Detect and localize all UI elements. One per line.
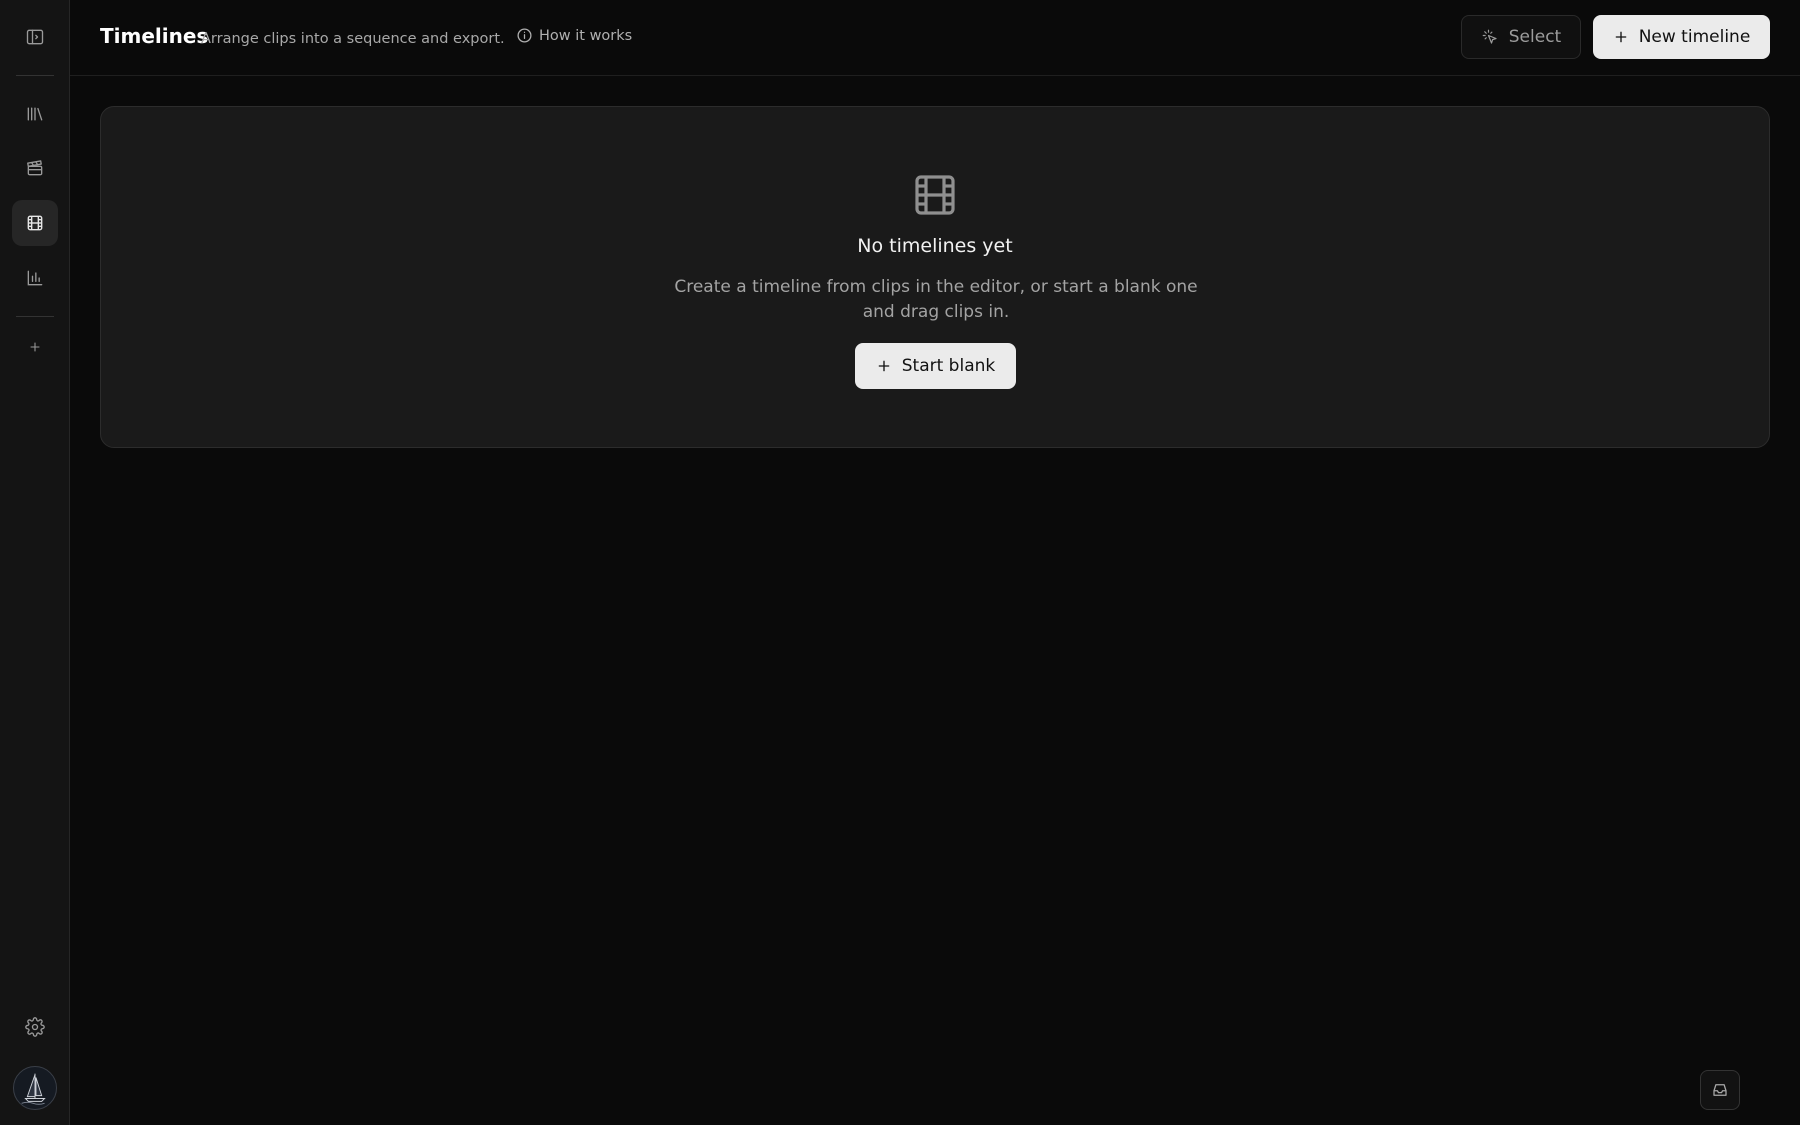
how-it-works-link[interactable]: How it works [516, 27, 632, 44]
library-icon [27, 107, 43, 121]
plus-icon [30, 342, 40, 352]
sidebar [0, 0, 70, 1125]
clapperboard-icon [27, 160, 43, 176]
start-blank-button[interactable]: Start blank [855, 343, 1016, 389]
avatar[interactable] [13, 1066, 57, 1110]
sidebar-toggle-button[interactable] [12, 14, 58, 60]
new-timeline-label: New timeline [1638, 27, 1751, 47]
plus-icon [1615, 31, 1627, 43]
page-header: Timelines Arrange clips into a sequence … [70, 0, 1800, 76]
page-title: Timelines [100, 24, 209, 48]
inbox-icon [1713, 1084, 1727, 1096]
sidebar-toggle-icon [26, 29, 44, 45]
cursor-click-icon [1482, 29, 1497, 44]
new-timeline-button[interactable]: New timeline [1593, 15, 1770, 59]
page-subtitle: Arrange clips into a sequence and export… [201, 31, 505, 47]
sidebar-divider [16, 75, 54, 76]
sidebar-item-analytics[interactable] [12, 255, 58, 301]
start-blank-label: Start blank [901, 356, 996, 376]
inbox-button[interactable] [1700, 1070, 1740, 1110]
empty-state-description: Create a timeline from clips in the edit… [674, 277, 1198, 322]
bar-chart-icon [27, 270, 43, 286]
sidebar-divider [16, 316, 54, 317]
settings-button[interactable] [12, 1004, 58, 1050]
empty-state-card: No timelines yet Create a timeline from … [100, 106, 1770, 448]
sidebar-add-button[interactable] [12, 324, 58, 370]
app-root: Timelines Arrange clips into a sequence … [0, 0, 1800, 1125]
how-it-works-label: How it works [539, 27, 633, 44]
sidebar-item-timelines[interactable] [12, 200, 58, 246]
film-icon [27, 215, 43, 231]
gear-icon [25, 1017, 45, 1037]
select-button[interactable]: Select [1461, 15, 1581, 59]
empty-state-title: No timelines yet [857, 235, 1013, 257]
select-button-label: Select [1508, 27, 1562, 47]
film-icon [915, 175, 955, 215]
sailboat-icon [21, 1073, 46, 1105]
sidebar-item-library[interactable] [12, 91, 58, 137]
plus-icon [878, 360, 890, 372]
info-icon [517, 28, 532, 43]
sidebar-item-clips[interactable] [12, 145, 58, 191]
